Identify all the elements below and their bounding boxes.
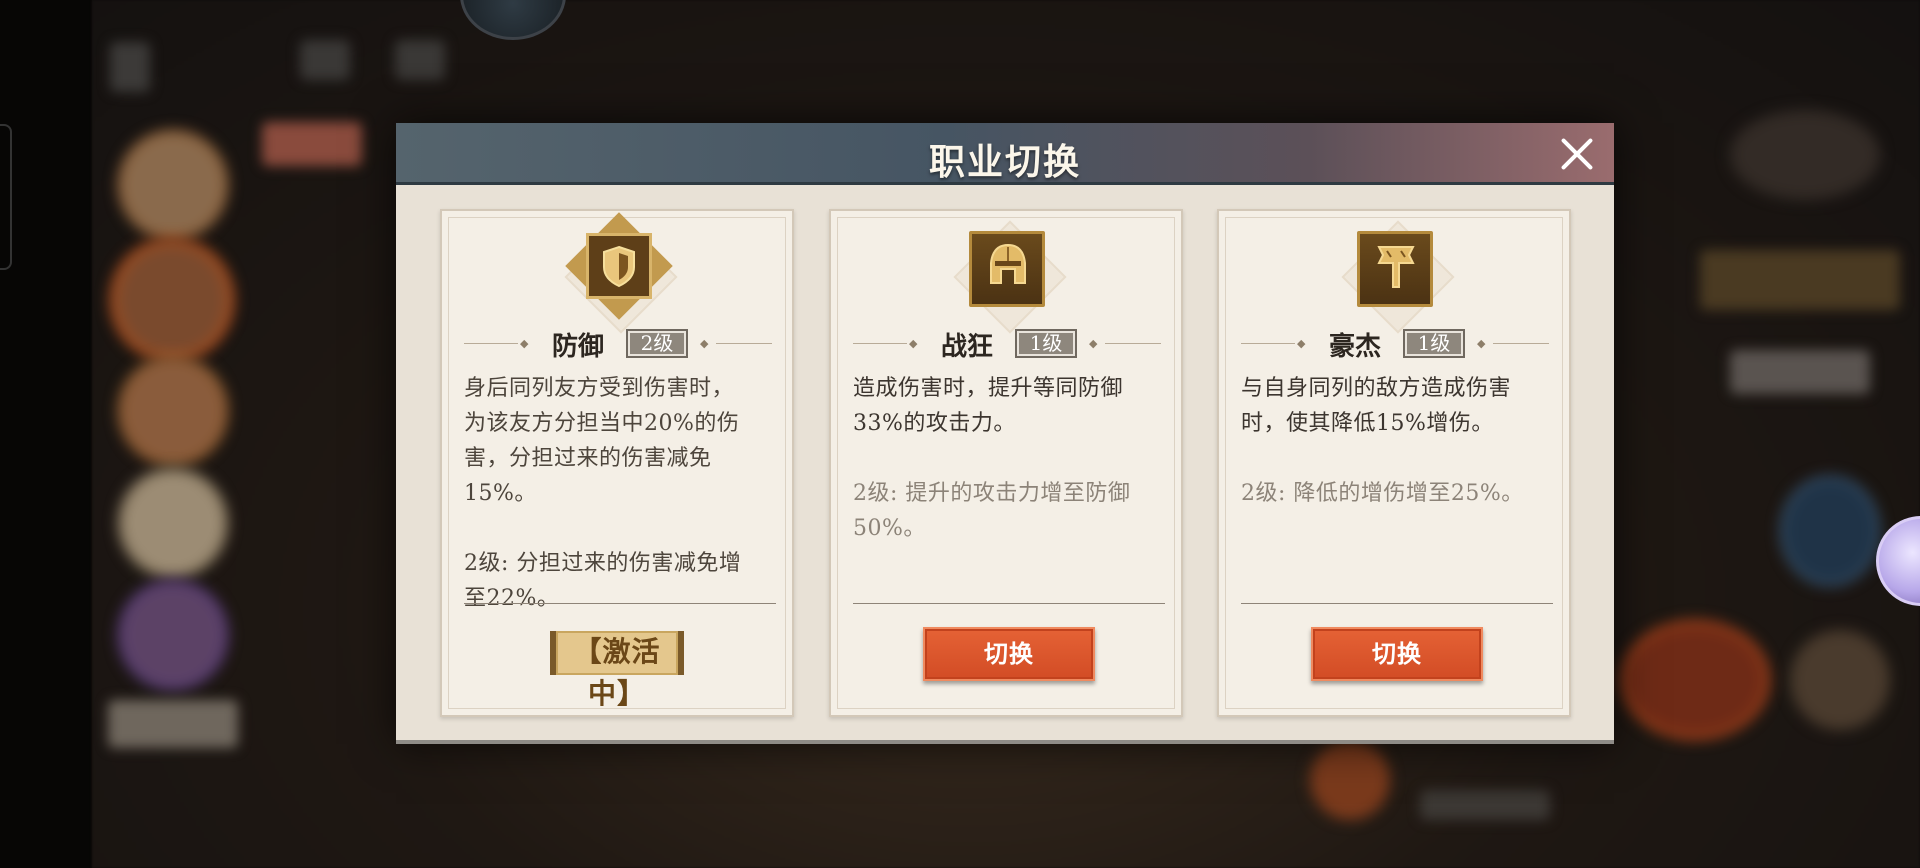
ornament-icon: ◆ xyxy=(520,337,529,350)
card-divider xyxy=(1241,603,1553,604)
class-switch-dialog: 职业切换 ◆ 防御 2级 ◆ 身后同列友方受到伤害时， 为该友方分担当中20%的… xyxy=(396,123,1614,744)
hero-portrait-icon xyxy=(1790,630,1890,730)
card-divider xyxy=(464,603,776,604)
card-divider xyxy=(853,603,1165,604)
left-black-bar xyxy=(0,0,92,868)
hero-portrait-icon xyxy=(118,130,228,240)
divider-line xyxy=(464,343,518,344)
class-description: 造成伤害时，提升等同防御 33%的攻击力。 2级: 提升的攻击力增至防御 50%… xyxy=(853,371,1167,546)
divider-line xyxy=(853,343,907,344)
class-name-row: ◆ 豪杰 1级 ◆ xyxy=(1219,326,1569,362)
switch-button[interactable]: 切换 xyxy=(1311,627,1483,681)
description-line: 时，使其降低15%增伤。 xyxy=(1241,411,1494,436)
class-name-row: ◆ 防御 2级 ◆ xyxy=(442,326,792,362)
hero-portrait-icon xyxy=(118,356,228,466)
class-name: 防御 xyxy=(552,332,605,362)
hero-portrait-icon xyxy=(118,468,228,578)
upgrade-line: 2级: 分担过来的伤害减免增 xyxy=(464,551,742,576)
home-icon xyxy=(300,40,350,80)
bg-tag-shape xyxy=(262,122,362,166)
ornament-icon: ◆ xyxy=(909,337,918,350)
level-badge: 2级 xyxy=(626,329,688,358)
helmet-icon xyxy=(990,243,1026,284)
banner-icon xyxy=(1377,246,1415,288)
description-line: 与自身同列的敌方造成伤害 xyxy=(1241,376,1512,401)
ornament-icon: ◆ xyxy=(1089,337,1098,350)
divider-line xyxy=(1241,343,1295,344)
bg-shape xyxy=(1780,476,1880,586)
class-name-row: ◆ 战狂 1级 ◆ xyxy=(831,326,1181,362)
level-badge: 1级 xyxy=(1015,329,1077,358)
class-card-defense: ◆ 防御 2级 ◆ 身后同列友方受到伤害时， 为该友方分担当中20%的伤 害，分… xyxy=(440,209,794,717)
switch-button[interactable]: 切换 xyxy=(923,627,1095,681)
upgrade-line: 50%。 xyxy=(853,516,926,541)
class-name: 战狂 xyxy=(941,332,994,362)
description-line: 身后同列友方受到伤害时， xyxy=(464,376,735,401)
dialog-title: 职业切换 xyxy=(928,141,1081,183)
shield-icon xyxy=(603,245,635,288)
description-line: 15%。 xyxy=(464,481,537,506)
ornament-icon: ◆ xyxy=(700,337,709,350)
divider-line xyxy=(716,343,772,344)
class-name: 豪杰 xyxy=(1329,332,1382,362)
ornament-icon: ◆ xyxy=(1477,337,1486,350)
hero-portrait-icon xyxy=(1620,620,1770,740)
hero-portrait-icon xyxy=(118,580,228,690)
upgrade-line: 至22%。 xyxy=(464,586,560,611)
edge-handle xyxy=(0,124,12,270)
bg-shape xyxy=(1700,250,1900,310)
ornament-icon: ◆ xyxy=(1297,337,1306,350)
bg-shape xyxy=(1730,350,1870,394)
class-description: 与自身同列的敌方造成伤害 时，使其降低15%增伤。 2级: 降低的增伤增至25%… xyxy=(1241,371,1555,511)
back-arrow-icon xyxy=(110,42,150,92)
upgrade-line: 2级: 提升的攻击力增至防御 xyxy=(853,481,1131,506)
menu-icon xyxy=(395,40,445,80)
dialog-title-bar: 职业切换 xyxy=(396,123,1614,185)
active-status-badge: 【激活中】 xyxy=(550,631,684,710)
hero-portrait-icon xyxy=(110,238,234,362)
upgrade-line: 2级: 降低的增伤增至25%。 xyxy=(1241,481,1524,506)
description-line: 为该友方分担当中20%的伤 xyxy=(464,411,740,436)
description-line: 害，分担过来的伤害减免 xyxy=(464,446,712,471)
bg-button-shape xyxy=(108,700,238,748)
bg-shape xyxy=(1730,110,1880,200)
description-line: 33%的攻击力。 xyxy=(853,411,1016,436)
class-description: 身后同列友方受到伤害时， 为该友方分担当中20%的伤 害，分担过来的伤害减免 1… xyxy=(464,371,778,616)
divider-line xyxy=(1105,343,1161,344)
close-icon[interactable] xyxy=(1560,137,1594,171)
description-line: 造成伤害时，提升等同防御 xyxy=(853,376,1124,401)
bg-shape xyxy=(1420,790,1550,820)
level-badge: 1级 xyxy=(1403,329,1465,358)
class-card-berserker: ◆ 战狂 1级 ◆ 造成伤害时，提升等同防御 33%的攻击力。 2级: 提升的攻… xyxy=(829,209,1183,717)
divider-line xyxy=(1493,343,1549,344)
class-card-hero: ◆ 豪杰 1级 ◆ 与自身同列的敌方造成伤害 时，使其降低15%增伤。 2级: … xyxy=(1217,209,1571,717)
bg-shape xyxy=(1310,740,1390,820)
